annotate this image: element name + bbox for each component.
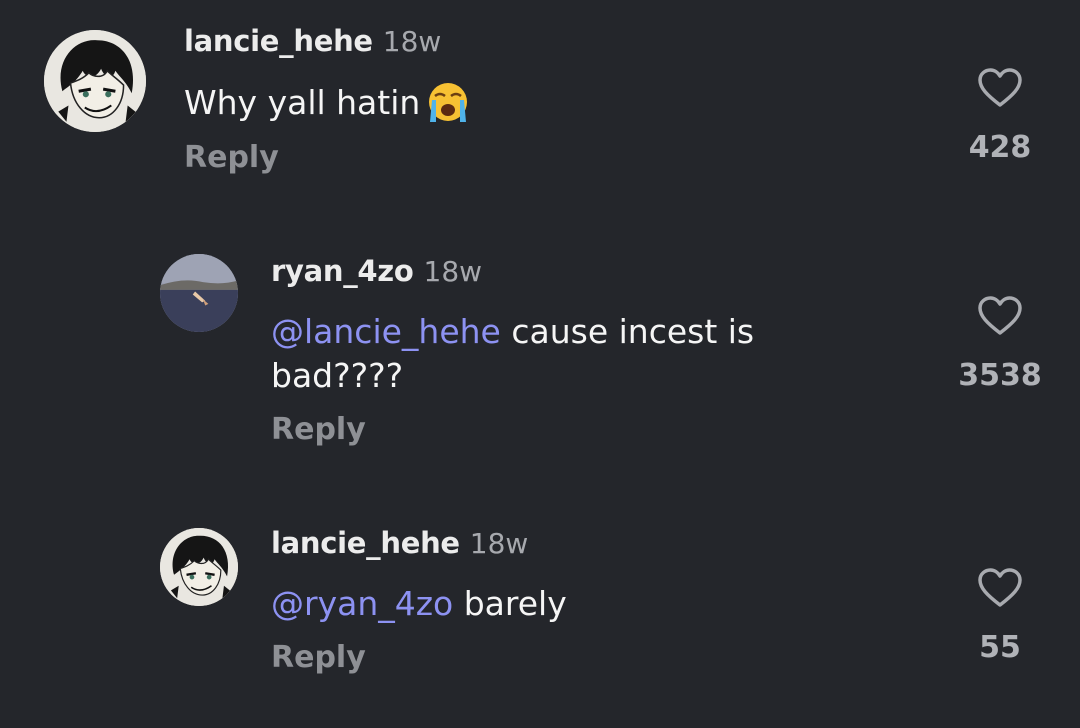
- like-count: 3538: [958, 358, 1042, 393]
- reply-button[interactable]: Reply: [271, 640, 366, 675]
- comment-timestamp: 18w: [423, 255, 483, 288]
- comment-text: Why yall hatin: [184, 80, 470, 125]
- comment-body-continued: bad????: [271, 356, 404, 395]
- avatar[interactable]: [160, 528, 238, 606]
- lake-photo-icon: [160, 254, 238, 332]
- like-button[interactable]: 55: [955, 568, 1045, 665]
- heart-outline-icon: [978, 568, 1022, 607]
- comments-panel: lancie_hehe 18w Why yall hatin Reply 428: [0, 0, 1080, 728]
- comment-username[interactable]: lancie_hehe 18w: [271, 526, 528, 560]
- reply-comment-item: lancie_hehe 18w @ryan_4zo barely Reply 55: [0, 500, 1080, 728]
- comment-body: barely: [453, 584, 567, 623]
- avatar[interactable]: [44, 30, 146, 132]
- avatar[interactable]: [160, 254, 238, 332]
- mention-link[interactable]: @ryan_4zo: [271, 584, 453, 623]
- username-text[interactable]: ryan_4zo: [271, 254, 414, 288]
- mention-link[interactable]: @lancie_hehe: [271, 312, 501, 351]
- comment-body: cause incest is: [500, 312, 755, 351]
- like-button[interactable]: 3538: [955, 296, 1045, 393]
- comment-timestamp: 18w: [469, 527, 529, 560]
- reply-comment-item: ryan_4zo 18w @lancie_hehe cause incest is…: [0, 230, 1080, 470]
- username-text[interactable]: lancie_hehe: [271, 526, 460, 560]
- comment-timestamp: 18w: [382, 25, 442, 58]
- like-count: 55: [979, 630, 1021, 665]
- reply-button[interactable]: Reply: [271, 412, 366, 447]
- loudly-crying-face-icon: [429, 83, 468, 122]
- comment-username[interactable]: ryan_4zo 18w: [271, 254, 482, 288]
- like-button[interactable]: 428: [955, 68, 1045, 165]
- comment-text: @lancie_hehe cause incest is bad????: [271, 310, 754, 398]
- reply-button[interactable]: Reply: [184, 140, 279, 175]
- anime-avatar-icon: [44, 30, 146, 132]
- comment-item: lancie_hehe 18w Why yall hatin Reply 428: [0, 0, 1080, 200]
- like-count: 428: [968, 130, 1032, 165]
- anime-avatar-icon: [160, 528, 238, 606]
- comment-text: @ryan_4zo barely: [271, 582, 567, 626]
- username-text[interactable]: lancie_hehe: [184, 24, 373, 58]
- heart-outline-icon: [978, 68, 1022, 107]
- comment-body: Why yall hatin: [184, 83, 421, 122]
- heart-outline-icon: [978, 296, 1022, 335]
- comment-username[interactable]: lancie_hehe 18w: [184, 24, 441, 58]
